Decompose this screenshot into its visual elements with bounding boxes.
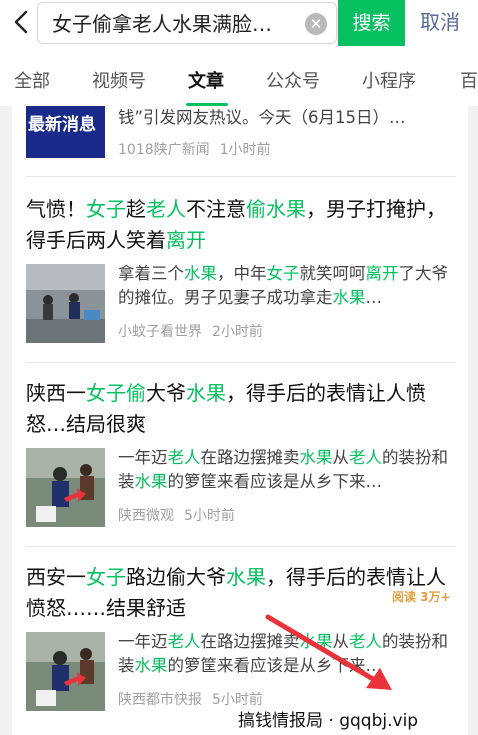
- article-thumbnail[interactable]: 最新消息: [26, 106, 105, 158]
- thumbnail-caption: 最新消息: [28, 115, 96, 135]
- article-source: 小蚊子看世界: [118, 324, 202, 340]
- keyword-highlight: 偷水果: [246, 197, 306, 221]
- clear-icon[interactable]: ✕: [305, 13, 327, 35]
- text-segment: 从: [332, 448, 350, 467]
- keyword-highlight: 水果: [184, 264, 217, 283]
- tab-channels[interactable]: 视频号: [92, 70, 146, 94]
- keyword-highlight: 女子: [86, 197, 126, 221]
- text-segment: 西安一: [26, 565, 86, 589]
- article-time: 5小时前: [184, 508, 235, 524]
- article-time: 2小时前: [212, 324, 263, 340]
- article-snippet: 一年迈老人在路边摆摊卖水果从老人的装扮和装水果的箩筐来看应该是从乡下来…: [118, 630, 456, 678]
- text-segment: 的箩筐来看应该是从乡下来…: [167, 656, 383, 675]
- keyword-highlight: 老人: [349, 632, 382, 651]
- text-segment: 从: [332, 632, 350, 651]
- article-thumbnail[interactable]: [26, 448, 105, 527]
- watermark: 搞钱情报局 · gqqbj.vip: [238, 711, 419, 731]
- keyword-highlight: 水果: [134, 656, 168, 675]
- keyword-highlight: 离开: [166, 228, 206, 252]
- keyword-highlight: 女子: [266, 264, 300, 283]
- right-gutter: [468, 106, 478, 735]
- text-segment: 在路边摆摊卖: [200, 632, 300, 651]
- keyword-highlight: 女子: [86, 565, 126, 589]
- article-snippet: 拿着三个水果，中年女子就笑呵呵离开了大爷的摊位。男子见妻子成功拿走水果…: [118, 262, 456, 310]
- article-title[interactable]: 陕西一女子偷大爷水果，得手后的表情让人愤怒…结局很爽: [26, 378, 456, 440]
- back-arrow-icon[interactable]: [10, 10, 32, 34]
- text-segment: 一年迈: [118, 632, 168, 651]
- article-thumbnail[interactable]: [26, 632, 105, 711]
- article-title[interactable]: 气愤！女子趁老人不注意偷水果，男子打掩护，得手后两人笑着离开: [26, 194, 456, 256]
- divider: [26, 176, 456, 177]
- article-meta: 1018陕广新闻 1小时前: [118, 140, 271, 160]
- tab-baike[interactable]: 百: [460, 70, 478, 94]
- keyword-highlight: 老人: [167, 632, 201, 651]
- text-segment: 拿着三个: [118, 264, 184, 283]
- search-bar: 女子偷拿老人水果满脸… ✕ 搜索 取消: [0, 0, 478, 46]
- text-segment: 在路边摆摊卖: [200, 448, 300, 467]
- article-meta: 小蚊子看世界 2小时前: [118, 322, 263, 342]
- cancel-button[interactable]: 取消: [420, 8, 460, 36]
- search-query[interactable]: 女子偷拿老人水果满脸…: [52, 11, 297, 37]
- article-source: 陕西微观: [118, 508, 174, 524]
- keyword-highlight: 老人: [167, 448, 201, 467]
- tab-articles[interactable]: 文章: [188, 70, 224, 94]
- divider: [26, 546, 456, 547]
- text-segment: 气愤！: [26, 197, 86, 221]
- keyword-highlight: 水果: [299, 448, 333, 467]
- search-button[interactable]: 搜索: [338, 0, 405, 46]
- text-segment: 不注意: [186, 197, 246, 221]
- article-source: 1018陕广新闻: [118, 142, 210, 158]
- tab-official-accounts[interactable]: 公众号: [266, 70, 320, 94]
- article-snippet: 一年迈老人在路边摆摊卖水果从老人的装扮和装水果的箩筐来看应该是从乡下来…: [118, 446, 456, 494]
- divider: [26, 362, 456, 363]
- keyword-highlight: 老人: [146, 197, 186, 221]
- keyword-highlight: 偷: [126, 381, 146, 405]
- results-list: 最新消息 钱”引发网友热议。今天（6月15日）… 1018陕广新闻 1小时前 气愤…: [0, 106, 478, 735]
- keyword-highlight: 水果: [134, 472, 168, 491]
- keyword-highlight: 老人: [349, 448, 382, 467]
- text-segment: 就笑呵呵: [299, 264, 366, 283]
- text-segment: …: [365, 288, 383, 307]
- left-gutter: [0, 106, 12, 735]
- keyword-highlight: 水果: [186, 381, 226, 405]
- article-meta: 陕西微观 5小时前: [118, 506, 235, 526]
- article-source: 陕西都市快报: [118, 692, 202, 708]
- text-segment: 一年迈: [118, 448, 168, 467]
- keyword-highlight: 离开: [365, 264, 399, 283]
- text-segment: ，中年: [217, 264, 267, 283]
- search-input[interactable]: 女子偷拿老人水果满脸… ✕: [37, 2, 337, 44]
- text-segment: 陕西一: [26, 381, 86, 405]
- text-segment: 路边偷大爷: [126, 565, 226, 589]
- text-segment: 的箩筐来看应该是从乡下来…: [167, 472, 383, 491]
- read-count-badge: 阅读 3万+: [392, 590, 451, 604]
- keyword-highlight: 水果: [332, 288, 366, 307]
- tab-all[interactable]: 全部: [14, 70, 50, 94]
- article-time: 1小时前: [219, 142, 271, 158]
- tab-mini-programs[interactable]: 小程序: [362, 70, 416, 94]
- text-segment: 趁: [126, 197, 146, 221]
- category-tabs: 全部 视频号 文章 公众号 小程序 百: [0, 60, 478, 106]
- keyword-highlight: 女子: [86, 381, 126, 405]
- keyword-highlight: 水果: [299, 632, 333, 651]
- article-snippet: 钱”引发网友热议。今天（6月15日）…: [118, 108, 406, 127]
- article-thumbnail[interactable]: [26, 264, 105, 343]
- keyword-highlight: 水果: [226, 565, 266, 589]
- text-segment: 大爷: [146, 381, 186, 405]
